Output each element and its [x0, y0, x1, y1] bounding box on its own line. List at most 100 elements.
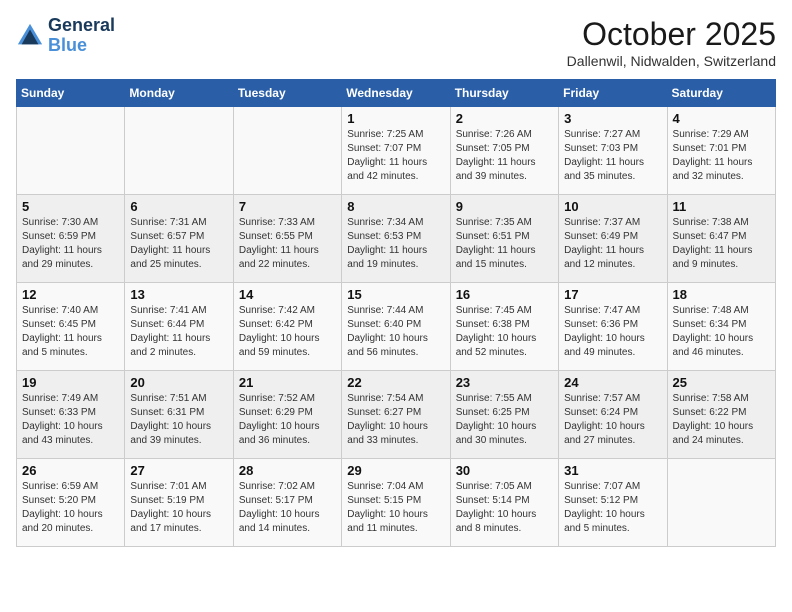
- logo: General Blue: [16, 16, 115, 56]
- day-info: Sunrise: 7:41 AM Sunset: 6:44 PM Dayligh…: [130, 304, 227, 360]
- day-info: Sunrise: 7:01 AM Sunset: 5:19 PM Dayligh…: [130, 480, 227, 536]
- day-cell-13: 13 Sunrise: 7:41 AM Sunset: 6:44 PM Dayli…: [125, 283, 233, 371]
- day-cell-7: 7Sunrise: 7:33 AM Sunset: 6:55 PM Daylig…: [233, 195, 341, 283]
- week-row-3: 12Sunrise: 7:40 AM Sunset: 6:45 PM Dayli…: [17, 283, 776, 371]
- day-info: Sunrise: 7:42 AM Sunset: 6:42 PM Dayligh…: [239, 304, 336, 360]
- day-cell-16: 16 Sunrise: 7:45 AM Sunset: 6:38 PM Dayli…: [450, 283, 558, 371]
- day-cell-12: 12Sunrise: 7:40 AM Sunset: 6:45 PM Dayli…: [17, 283, 125, 371]
- day-header-sunday: Sunday: [17, 80, 125, 107]
- day-info: Sunrise: 7:57 AM Sunset: 6:24 PM Dayligh…: [564, 392, 661, 448]
- day-number: 23: [456, 375, 553, 390]
- day-cell-9: 9 Sunrise: 7:35 AM Sunset: 6:51 PM Daylig…: [450, 195, 558, 283]
- day-cell-21: 21Sunrise: 7:52 AM Sunset: 6:29 PM Dayli…: [233, 371, 341, 459]
- day-cell-19: 19 Sunrise: 7:49 AM Sunset: 6:33 PM Dayli…: [17, 371, 125, 459]
- day-number: 20: [130, 375, 227, 390]
- day-header-saturday: Saturday: [667, 80, 775, 107]
- day-cell-3: 3 Sunrise: 7:27 AM Sunset: 7:03 PM Daylig…: [559, 107, 667, 195]
- day-cell-29: 29Sunrise: 7:04 AM Sunset: 5:15 PM Dayli…: [342, 459, 450, 547]
- day-cell-8: 8 Sunrise: 7:34 AM Sunset: 6:53 PM Daylig…: [342, 195, 450, 283]
- day-number: 26: [22, 463, 119, 478]
- day-info: Sunrise: 7:29 AM Sunset: 7:01 PM Dayligh…: [673, 128, 770, 184]
- day-number: 15: [347, 287, 444, 302]
- calendar: SundayMondayTuesdayWednesdayThursdayFrid…: [16, 79, 776, 547]
- day-cell-4: 4 Sunrise: 7:29 AM Sunset: 7:01 PM Daylig…: [667, 107, 775, 195]
- day-info: Sunrise: 7:33 AM Sunset: 6:55 PM Dayligh…: [239, 216, 336, 272]
- day-number: 30: [456, 463, 553, 478]
- week-row-2: 5 Sunrise: 7:30 AM Sunset: 6:59 PM Daylig…: [17, 195, 776, 283]
- day-cell-11: 11Sunrise: 7:38 AM Sunset: 6:47 PM Dayli…: [667, 195, 775, 283]
- day-number: 25: [673, 375, 770, 390]
- location: Dallenwil, Nidwalden, Switzerland: [567, 53, 776, 69]
- page-header: General Blue October 2025 Dallenwil, Nid…: [16, 16, 776, 69]
- day-header-thursday: Thursday: [450, 80, 558, 107]
- day-info: Sunrise: 7:54 AM Sunset: 6:27 PM Dayligh…: [347, 392, 444, 448]
- day-info: Sunrise: 7:52 AM Sunset: 6:29 PM Dayligh…: [239, 392, 336, 448]
- day-number: 9: [456, 199, 553, 214]
- day-info: Sunrise: 7:44 AM Sunset: 6:40 PM Dayligh…: [347, 304, 444, 360]
- day-info: Sunrise: 7:49 AM Sunset: 6:33 PM Dayligh…: [22, 392, 119, 448]
- day-cell-22: 22 Sunrise: 7:54 AM Sunset: 6:27 PM Dayli…: [342, 371, 450, 459]
- empty-cell: [17, 107, 125, 195]
- day-info: Sunrise: 7:30 AM Sunset: 6:59 PM Dayligh…: [22, 216, 119, 272]
- day-info: Sunrise: 7:35 AM Sunset: 6:51 PM Dayligh…: [456, 216, 553, 272]
- day-info: Sunrise: 7:27 AM Sunset: 7:03 PM Dayligh…: [564, 128, 661, 184]
- day-number: 24: [564, 375, 661, 390]
- day-cell-17: 17Sunrise: 7:47 AM Sunset: 6:36 PM Dayli…: [559, 283, 667, 371]
- day-cell-2: 2Sunrise: 7:26 AM Sunset: 7:05 PM Daylig…: [450, 107, 558, 195]
- day-number: 28: [239, 463, 336, 478]
- day-cell-26: 26 Sunrise: 6:59 AM Sunset: 5:20 PM Dayli…: [17, 459, 125, 547]
- day-cell-27: 27 Sunrise: 7:01 AM Sunset: 5:19 PM Dayli…: [125, 459, 233, 547]
- day-info: Sunrise: 7:48 AM Sunset: 6:34 PM Dayligh…: [673, 304, 770, 360]
- day-number: 6: [130, 199, 227, 214]
- day-number: 19: [22, 375, 119, 390]
- day-header-friday: Friday: [559, 80, 667, 107]
- day-number: 14: [239, 287, 336, 302]
- day-cell-5: 5 Sunrise: 7:30 AM Sunset: 6:59 PM Daylig…: [17, 195, 125, 283]
- day-cell-15: 15 Sunrise: 7:44 AM Sunset: 6:40 PM Dayli…: [342, 283, 450, 371]
- day-cell-20: 20Sunrise: 7:51 AM Sunset: 6:31 PM Dayli…: [125, 371, 233, 459]
- day-number: 11: [673, 199, 770, 214]
- day-cell-30: 30 Sunrise: 7:05 AM Sunset: 5:14 PM Dayli…: [450, 459, 558, 547]
- week-row-4: 19 Sunrise: 7:49 AM Sunset: 6:33 PM Dayli…: [17, 371, 776, 459]
- day-info: Sunrise: 7:07 AM Sunset: 5:12 PM Dayligh…: [564, 480, 661, 536]
- day-cell-28: 28Sunrise: 7:02 AM Sunset: 5:17 PM Dayli…: [233, 459, 341, 547]
- day-header-wednesday: Wednesday: [342, 80, 450, 107]
- day-cell-10: 10Sunrise: 7:37 AM Sunset: 6:49 PM Dayli…: [559, 195, 667, 283]
- day-number: 31: [564, 463, 661, 478]
- week-row-1: 1Sunrise: 7:25 AM Sunset: 7:07 PM Daylig…: [17, 107, 776, 195]
- day-info: Sunrise: 7:31 AM Sunset: 6:57 PM Dayligh…: [130, 216, 227, 272]
- day-info: Sunrise: 7:34 AM Sunset: 6:53 PM Dayligh…: [347, 216, 444, 272]
- day-number: 18: [673, 287, 770, 302]
- day-info: Sunrise: 7:05 AM Sunset: 5:14 PM Dayligh…: [456, 480, 553, 536]
- day-header-tuesday: Tuesday: [233, 80, 341, 107]
- day-cell-24: 24 Sunrise: 7:57 AM Sunset: 6:24 PM Dayli…: [559, 371, 667, 459]
- title-block: October 2025 Dallenwil, Nidwalden, Switz…: [567, 16, 776, 69]
- empty-cell: [233, 107, 341, 195]
- day-info: Sunrise: 7:40 AM Sunset: 6:45 PM Dayligh…: [22, 304, 119, 360]
- day-number: 8: [347, 199, 444, 214]
- day-info: Sunrise: 7:45 AM Sunset: 6:38 PM Dayligh…: [456, 304, 553, 360]
- day-number: 16: [456, 287, 553, 302]
- logo-text: General Blue: [48, 16, 115, 56]
- day-number: 13: [130, 287, 227, 302]
- day-number: 10: [564, 199, 661, 214]
- day-number: 4: [673, 111, 770, 126]
- month-title: October 2025: [567, 16, 776, 53]
- day-number: 2: [456, 111, 553, 126]
- day-number: 5: [22, 199, 119, 214]
- day-number: 17: [564, 287, 661, 302]
- day-info: Sunrise: 7:25 AM Sunset: 7:07 PM Dayligh…: [347, 128, 444, 184]
- day-cell-1: 1Sunrise: 7:25 AM Sunset: 7:07 PM Daylig…: [342, 107, 450, 195]
- day-number: 27: [130, 463, 227, 478]
- day-info: Sunrise: 7:58 AM Sunset: 6:22 PM Dayligh…: [673, 392, 770, 448]
- day-number: 3: [564, 111, 661, 126]
- day-info: Sunrise: 6:59 AM Sunset: 5:20 PM Dayligh…: [22, 480, 119, 536]
- day-cell-31: 31 Sunrise: 7:07 AM Sunset: 5:12 PM Dayli…: [559, 459, 667, 547]
- days-header-row: SundayMondayTuesdayWednesdayThursdayFrid…: [17, 80, 776, 107]
- day-number: 22: [347, 375, 444, 390]
- day-cell-14: 14 Sunrise: 7:42 AM Sunset: 6:42 PM Dayli…: [233, 283, 341, 371]
- logo-icon: [16, 22, 44, 50]
- week-row-5: 26 Sunrise: 6:59 AM Sunset: 5:20 PM Dayli…: [17, 459, 776, 547]
- day-number: 29: [347, 463, 444, 478]
- day-header-monday: Monday: [125, 80, 233, 107]
